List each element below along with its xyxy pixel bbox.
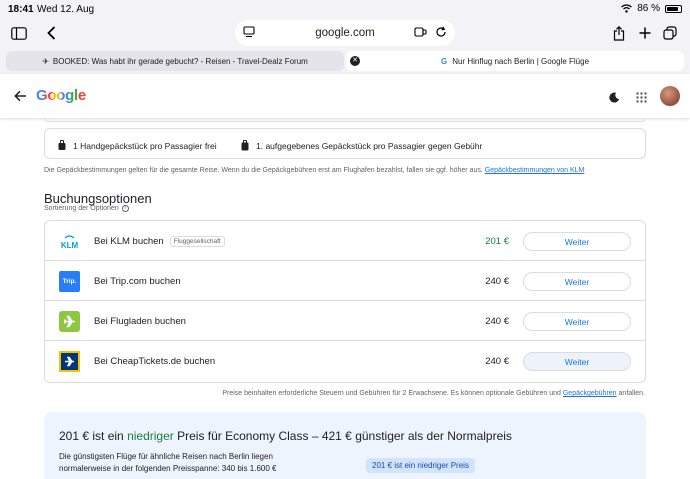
booking-option-flugladen[interactable]: Bei Flugladen buchen 240 € Weiter [45,301,645,341]
klm-logo-text: KLM [61,241,79,250]
klm-logo-icon: KLM [59,231,80,252]
info-icon[interactable]: i [121,205,129,212]
google-favicon-icon: G [440,56,448,66]
wifi-icon [621,4,633,13]
tab-google-flights[interactable]: ✕ G Nur Hinflug nach Berlin | Google Flü… [346,51,684,71]
continue-button-flugladen[interactable]: Weiter [523,312,631,331]
provider-name: Bei Flugladen buchen [94,316,186,327]
continue-button-trip[interactable]: Weiter [523,272,631,291]
trip-com-logo-text: Trip. [62,278,77,285]
google-logo-text: Google [36,87,86,104]
status-date: Wed 12. Aug [37,4,95,15]
checked-bag-text: 1. aufgegebenes Gepäckstück pro Passagie… [256,140,483,151]
price-klm: 201 € [485,236,509,247]
tax-note-text: Preise beinhalten erforderliche Steuern … [222,390,561,397]
address-bar[interactable]: google.com [235,20,455,46]
klm-baggage-link[interactable]: Gepäckbestimmungen von KLM [485,167,585,174]
new-tab-icon[interactable] [638,22,652,44]
price-insight-title: 201 € ist ein niedriger Preis für Econom… [59,429,512,443]
status-time: 18:41 [8,4,34,15]
insight-title-start: 201 € ist ein [59,429,124,443]
price-cheaptickets: 240 € [485,356,509,367]
sort-info[interactable]: Sortierung der Optionen i [44,205,129,212]
tab-strip: ✈ BOOKED: Was habt ihr gerade gebucht? -… [0,48,690,74]
google-header: Google [0,74,690,118]
booking-option-cheaptickets[interactable]: Bei CheapTickets.de buchen 240 € Weiter [45,341,645,381]
tab-favicon-icon: ✈ [42,56,49,66]
price-flugladen: 240 € [485,316,509,327]
flugladen-logo-icon [59,311,80,332]
avatar[interactable] [660,86,680,106]
status-bar: 18:41 Wed 12. Aug 86 % [0,0,690,18]
back-arrow-icon[interactable] [14,89,27,107]
sort-info-text: Sortierung der Optionen [44,205,119,212]
tab-title: BOOKED: Was habt ihr gerade gebucht? - R… [52,56,308,66]
booking-options-title: Buchungsoptionen [44,191,152,206]
booking-option-klm[interactable]: KLM Bei KLM buchen Fluggesellschaft 201 €… [45,221,645,261]
provider-name: Bei CheapTickets.de buchen [94,356,216,367]
back-chevron-icon[interactable] [44,22,58,44]
google-logo[interactable]: Google [36,87,86,104]
checked-bag-icon [241,140,249,151]
reload-icon[interactable] [435,26,447,41]
booking-option-label: Bei KLM buchen Fluggesellschaft [94,236,225,247]
insight-low-word: niedriger [127,429,174,443]
apps-grid-icon[interactable] [636,90,647,108]
carry-on-item: 1 Handgepäckstück pro Passagier frei [58,140,217,151]
carry-on-text: 1 Handgepäckstück pro Passagier frei [73,140,217,151]
price-insight-card: 201 € ist ein niedriger Preis für Econom… [44,412,646,479]
baggage-note: Die Gepäckbestimmungen gelten für die ge… [44,167,584,174]
tax-note: Preise beinhalten erforderliche Steuern … [222,390,645,397]
low-price-badge: 201 € ist ein niedriger Preis [366,458,475,473]
battery-icon [665,4,682,13]
status-right: 86 % [621,3,682,14]
baggage-note-text: Die Gepäckbestimmungen gelten für die ge… [44,167,483,174]
continue-button-klm[interactable]: Weiter [523,232,631,251]
extensions-icon[interactable] [414,26,427,41]
carry-on-bag-icon [58,140,66,150]
booking-option-trip[interactable]: Trip. Bei Trip.com buchen 240 € Weiter [45,261,645,301]
reader-icon[interactable] [243,26,255,41]
share-icon[interactable] [612,22,626,44]
url-text: google.com [315,27,375,39]
browser-toolbar: google.com [0,18,690,48]
baggage-card: 1 Handgepäckstück pro Passagier frei 1. … [44,128,646,159]
checked-bag-item: 1. aufgegebenes Gepäckstück pro Passagie… [241,140,482,151]
continue-button-cheaptickets[interactable]: Weiter [523,352,631,371]
close-tab-icon[interactable]: ✕ [350,56,360,66]
insight-title-end: Preis für Economy Class – 421 € günstige… [177,429,512,443]
baggage-fees-link[interactable]: Gepäckgebühren [563,390,617,397]
provider-name: Bei KLM buchen [94,236,164,247]
battery-percent: 86 % [637,3,660,14]
sidebar-toggle-icon[interactable] [10,22,28,44]
cheaptickets-logo-icon [59,351,80,372]
tab-overview-icon[interactable] [662,22,678,44]
trip-com-logo-icon: Trip. [59,271,80,292]
tab-travel-dealz[interactable]: ✈ BOOKED: Was habt ihr gerade gebucht? -… [6,51,344,71]
tax-note-tail: anfallen. [618,390,645,397]
provider-name: Bei Trip.com buchen [94,276,181,287]
tab-title: Nur Hinflug nach Berlin | Google Flüge [452,56,590,66]
airline-badge: Fluggesellschaft [169,236,225,247]
dark-mode-icon[interactable] [609,90,620,108]
booking-options-list: KLM Bei KLM buchen Fluggesellschaft 201 €… [44,220,646,383]
price-trip: 240 € [485,276,509,287]
previous-card-edge [44,118,646,122]
price-insight-description: Die günstigsten Flüge für ähnliche Reise… [59,452,277,473]
